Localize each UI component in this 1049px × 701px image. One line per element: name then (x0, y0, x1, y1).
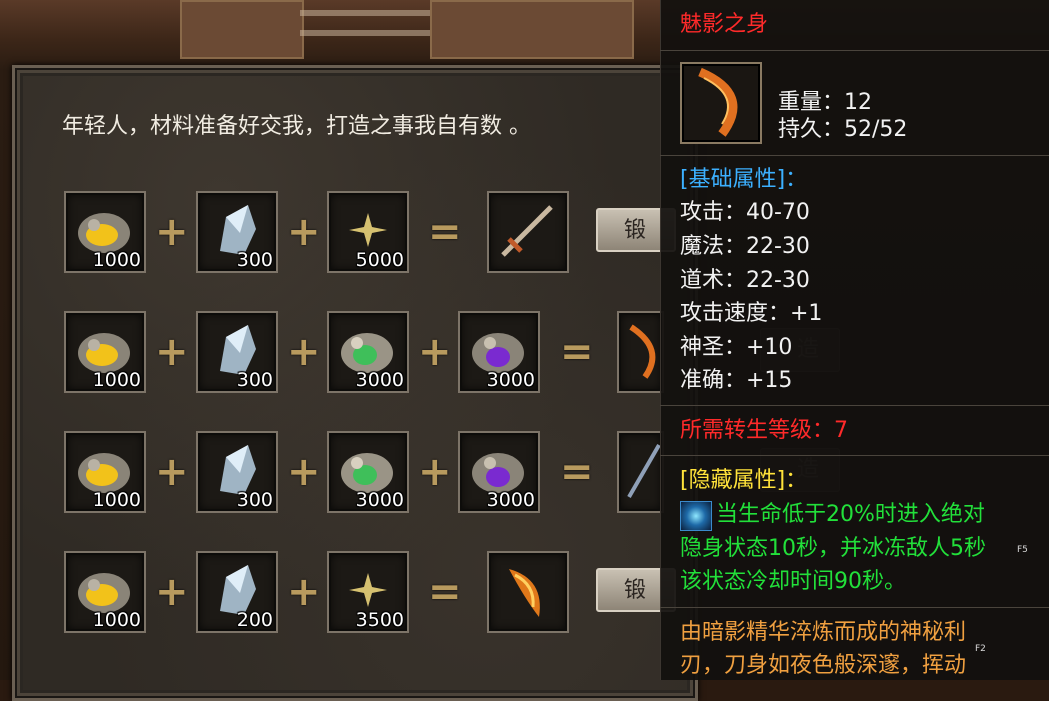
equals-sign: = (560, 329, 594, 375)
stat-taoism: 道术：22-30 (680, 268, 810, 293)
npc-dialog: 年轻人，材料准备好交我，打造之事我自有数 。 (62, 114, 531, 139)
background-railing (300, 30, 430, 36)
plus-sign: + (155, 449, 189, 495)
background-railing (300, 10, 430, 16)
equals-sign: = (428, 569, 462, 615)
divider (660, 455, 1049, 456)
material-slot[interactable]: 200 (196, 551, 278, 633)
material-count: 1000 (92, 369, 141, 391)
material-slot[interactable]: 5000 (327, 191, 409, 273)
result-slot[interactable] (487, 191, 569, 273)
material-count: 3000 (486, 489, 535, 511)
result-slot[interactable] (487, 551, 569, 633)
base-attributes-header: [基础属性]： (680, 167, 808, 192)
stat-accuracy: 准确：+15 (680, 368, 793, 393)
sword-icon (501, 205, 553, 257)
material-slot[interactable]: 3000 (458, 311, 540, 393)
plus-sign: + (287, 449, 321, 495)
plus-sign: + (287, 209, 321, 255)
hotkey-label: F5 (1017, 545, 1028, 555)
hidden-effect-line: 当生命低于20%时进入绝对 (716, 502, 985, 527)
crescent-blade-icon (629, 324, 656, 379)
hidden-effect-line: 该状态冷却时间90秒。 (680, 569, 906, 594)
material-count: 1000 (92, 609, 141, 631)
stat-attack: 攻击：40-70 (680, 200, 810, 225)
material-slot[interactable]: 1000 (64, 191, 146, 273)
item-weight: 重量：12 (778, 90, 872, 115)
plus-sign: + (155, 209, 189, 255)
plus-sign: + (418, 329, 452, 375)
material-count: 3500 (355, 609, 404, 631)
plus-sign: + (287, 329, 321, 375)
item-name: 魅影之身 (680, 12, 769, 37)
background-building (430, 0, 634, 59)
plus-sign: + (155, 329, 189, 375)
stat-magic: 魔法：22-30 (680, 234, 810, 259)
material-count: 300 (236, 249, 273, 271)
material-slot[interactable]: 300 (196, 431, 278, 513)
material-count: 1000 (92, 489, 141, 511)
hotkey-label: F2 (975, 644, 986, 654)
material-count: 1000 (92, 249, 141, 271)
divider (660, 155, 1049, 156)
plus-sign: + (155, 569, 189, 615)
material-count: 3000 (486, 369, 535, 391)
crescent-blade-icon (698, 67, 738, 137)
flame-blade-icon (509, 569, 540, 617)
item-icon-frame (680, 62, 762, 144)
material-count: 3000 (355, 369, 404, 391)
result-slot[interactable] (617, 431, 664, 513)
result-slot[interactable] (617, 311, 664, 393)
stat-attack-speed: 攻击速度：+1 (680, 301, 823, 326)
divider (660, 50, 1049, 51)
equals-sign: = (428, 209, 462, 255)
rebirth-requirement: 所需转生等级：7 (680, 418, 848, 443)
material-slot[interactable]: 1000 (64, 551, 146, 633)
item-description: 由暗影精华淬炼而成的神秘利 (680, 620, 967, 645)
material-slot[interactable]: 300 (196, 311, 278, 393)
divider (660, 607, 1049, 608)
plus-sign: + (418, 449, 452, 495)
material-slot[interactable]: 300 (196, 191, 278, 273)
equals-sign: = (560, 449, 594, 495)
material-count: 5000 (355, 249, 404, 271)
material-slot[interactable]: 3000 (458, 431, 540, 513)
material-slot[interactable]: 1000 (64, 431, 146, 513)
material-slot[interactable]: 3000 (327, 311, 409, 393)
material-count: 3000 (355, 489, 404, 511)
material-count: 300 (236, 369, 273, 391)
item-description: 刃，刀身如夜色般深邃，挥动 (680, 653, 967, 678)
material-count: 300 (236, 489, 273, 511)
plus-sign: + (287, 569, 321, 615)
material-count: 200 (236, 609, 273, 631)
material-slot[interactable]: 1000 (64, 311, 146, 393)
hidden-effect-line: 隐身状态10秒，并冰冻敌人5秒 (680, 536, 986, 561)
skill-icon (680, 501, 712, 531)
spear-icon (627, 444, 661, 498)
item-durability: 持久：52/52 (778, 117, 908, 142)
background-building (180, 0, 304, 59)
material-slot[interactable]: 3500 (327, 551, 409, 633)
hidden-attributes-header: [隐藏属性]： (680, 468, 808, 493)
material-slot[interactable]: 3000 (327, 431, 409, 513)
divider (660, 405, 1049, 406)
stat-holy: 神圣：+10 (680, 335, 793, 360)
